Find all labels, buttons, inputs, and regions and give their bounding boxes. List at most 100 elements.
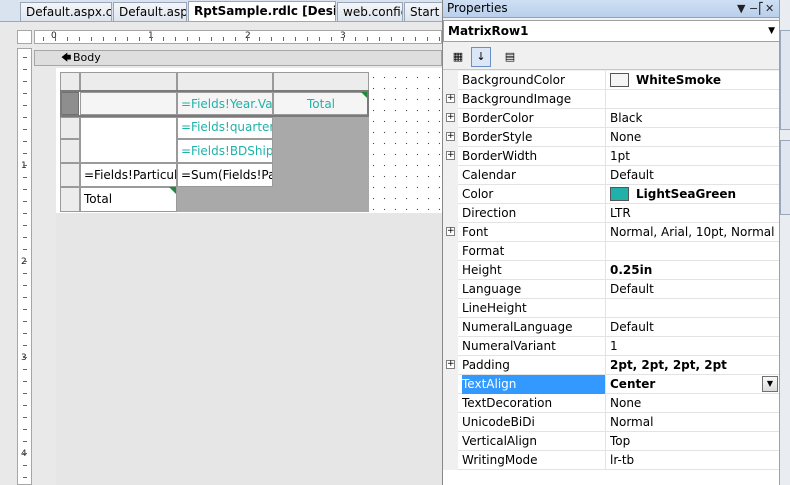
property-value[interactable]: LightSeaGreen — [610, 185, 780, 204]
property-value[interactable]: 1 — [610, 337, 780, 356]
property-value[interactable]: Default — [610, 280, 780, 299]
property-row-calendar[interactable]: Calendar Default — [443, 166, 780, 185]
property-value[interactable]: None — [610, 394, 780, 413]
property-row-numerallanguage[interactable]: NumeralLanguage Default — [443, 318, 780, 337]
property-row-textdecoration[interactable]: TextDecoration None — [443, 394, 780, 413]
alphabetical-icon[interactable]: ↓ — [471, 47, 491, 67]
sum-data-cell[interactable]: =Sum(Fields!Pa — [177, 163, 273, 187]
property-row-padding[interactable]: + Padding 2pt, 2pt, 2pt, 2pt — [443, 356, 780, 375]
ruler-tick — [79, 37, 80, 41]
property-value[interactable]: Black — [610, 109, 780, 128]
object-selector-combo[interactable]: MatrixRow1 ▼ — [443, 20, 780, 42]
property-value[interactable] — [610, 242, 780, 261]
property-row-format[interactable]: Format — [443, 242, 780, 261]
property-value[interactable]: Default — [610, 318, 780, 337]
row-handle[interactable] — [60, 139, 80, 163]
row-header-blank-cell[interactable] — [80, 117, 177, 163]
row-handle[interactable] — [60, 117, 80, 139]
tab-default-aspx[interactable]: Default.aspx — [113, 2, 187, 21]
column-handle[interactable] — [177, 72, 273, 92]
chevron-down-icon[interactable]: ▼ — [768, 21, 775, 41]
property-value[interactable]: 2pt, 2pt, 2pt, 2pt — [610, 356, 780, 375]
ruler-tick — [199, 37, 200, 41]
property-value[interactable]: Normal — [610, 413, 780, 432]
property-value-text: LightSeaGreen — [636, 187, 737, 201]
close-icon[interactable]: ✕ — [765, 0, 774, 17]
property-row-color[interactable]: Color LightSeaGreen — [443, 185, 780, 204]
property-row-backgroundcolor[interactable]: BackgroundColor WhiteSmoke — [443, 71, 780, 90]
tab-web-config[interactable]: web.config — [337, 2, 403, 21]
property-row-lineheight[interactable]: LineHeight — [443, 299, 780, 318]
property-value[interactable]: 1pt — [610, 147, 780, 166]
dock-tab-solution-explorer[interactable] — [780, 30, 790, 130]
expand-plus-icon[interactable]: + — [446, 132, 455, 141]
bdship-group-cell[interactable]: =Fields!BDShip — [177, 139, 273, 163]
expand-plus-icon[interactable]: + — [446, 360, 455, 369]
property-row-language[interactable]: Language Default — [443, 280, 780, 299]
pin-icon[interactable]: −⎡ — [749, 0, 764, 17]
matrix-corner-handle[interactable] — [60, 72, 80, 92]
property-row-unicodebidi[interactable]: UnicodeBiDi Normal — [443, 413, 780, 432]
property-row-gutter — [443, 242, 458, 261]
property-value[interactable]: 0.25in — [610, 261, 780, 280]
row-handle[interactable] — [60, 163, 80, 187]
property-row-font[interactable]: + Font Normal, Arial, 10pt, Normal — [443, 223, 780, 242]
ruler-label: 3 — [21, 353, 27, 363]
tab-rptsample-design[interactable]: RptSample.rdlc [Design]* — [188, 1, 336, 21]
property-value[interactable] — [610, 90, 780, 109]
ruler-tick — [23, 201, 27, 202]
property-row-textalign[interactable]: TextAlign Center ▼ — [443, 375, 780, 394]
property-value-text: Top — [610, 434, 631, 448]
dropdown-arrow-icon[interactable]: ▼ — [737, 0, 745, 17]
property-row-borderstyle[interactable]: + BorderStyle None — [443, 128, 780, 147]
row-handle[interactable] — [60, 187, 80, 212]
property-row-verticalalign[interactable]: VerticalAlign Top — [443, 432, 780, 451]
ruler-tick — [307, 37, 308, 41]
property-value[interactable]: Default — [610, 166, 780, 185]
dock-tab-properties[interactable] — [780, 140, 790, 215]
expand-plus-icon[interactable]: + — [446, 227, 455, 236]
ruler-tick — [23, 57, 27, 58]
expand-plus-icon[interactable]: + — [446, 151, 455, 160]
ruler-tick — [23, 153, 27, 154]
column-total-header[interactable]: Total — [273, 92, 369, 115]
property-value-text: None — [610, 396, 642, 410]
property-row-writingmode[interactable]: WritingMode lr-tb — [443, 451, 780, 470]
property-value[interactable]: Normal, Arial, 10pt, Normal — [610, 223, 780, 242]
expand-plus-icon[interactable]: + — [446, 94, 455, 103]
particular-group-cell[interactable]: =Fields!Particul — [80, 163, 177, 187]
property-value[interactable]: Top — [610, 432, 780, 451]
property-row-numeralvariant[interactable]: NumeralVariant 1 — [443, 337, 780, 356]
property-row-direction[interactable]: Direction LTR — [443, 204, 780, 223]
property-value[interactable]: WhiteSmoke — [610, 71, 780, 90]
body-section-header[interactable]: 🡄 Body — [34, 50, 442, 66]
property-name: BorderWidth — [462, 147, 606, 166]
property-pages-icon[interactable]: ▤ — [500, 47, 520, 67]
property-row-gutter — [443, 375, 458, 394]
row-total-cell[interactable]: Total — [80, 187, 177, 212]
quarter-group-cell[interactable]: =Fields!quarter. — [177, 117, 273, 139]
row-handle-selected[interactable] — [61, 92, 79, 115]
property-row-borderwidth[interactable]: + BorderWidth 1pt — [443, 147, 780, 166]
matrix-corner-cell[interactable] — [80, 92, 177, 115]
property-value[interactable]: LTR — [610, 204, 780, 223]
categorized-icon[interactable]: ▦ — [448, 47, 468, 67]
property-value[interactable]: lr-tb — [610, 451, 780, 470]
property-row-bordercolor[interactable]: + BorderColor Black — [443, 109, 780, 128]
year-group-cell[interactable]: =Fields!Year.Va — [177, 92, 273, 115]
property-value[interactable]: Center — [610, 375, 780, 394]
property-row-height[interactable]: Height 0.25in — [443, 261, 780, 280]
expand-plus-icon[interactable]: + — [446, 113, 455, 122]
property-value-text: Default — [610, 168, 654, 182]
ruler-tick — [23, 381, 27, 382]
property-value[interactable]: None — [610, 128, 780, 147]
column-handle[interactable] — [80, 72, 177, 92]
property-row-backgroundimage[interactable]: + BackgroundImage — [443, 90, 780, 109]
tab-start[interactable]: Start — [404, 2, 442, 21]
tab-default-aspx-cs[interactable]: Default.aspx.cs — [20, 2, 112, 21]
property-name: LineHeight — [462, 299, 606, 318]
column-handle[interactable] — [273, 72, 369, 92]
property-name: NumeralLanguage — [462, 318, 606, 337]
value-dropdown-button[interactable]: ▼ — [762, 376, 778, 392]
property-value[interactable] — [610, 299, 780, 318]
